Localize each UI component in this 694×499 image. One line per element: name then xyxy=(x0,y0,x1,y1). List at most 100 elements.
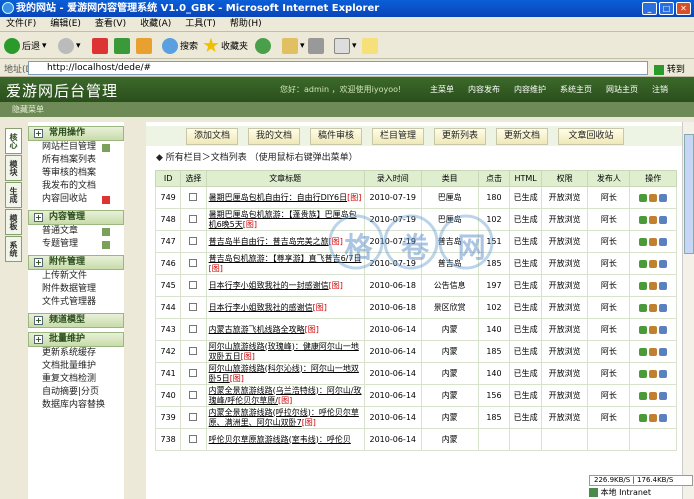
mail-button[interactable]: ▾ xyxy=(282,36,305,55)
edit-icon[interactable] xyxy=(649,237,658,246)
article-title-link[interactable]: 阿尔山旅游线路(玫瑰峰)：健康阿尔山一地双卧五日 xyxy=(209,342,359,361)
header-nav-item[interactable]: 网站主页 xyxy=(606,84,638,95)
messenger-button[interactable] xyxy=(362,36,378,55)
vertical-tab[interactable]: 模块 xyxy=(5,155,22,181)
sidebar-item[interactable]: 自动摘要|分页 xyxy=(28,386,124,399)
vertical-scrollbar[interactable] xyxy=(682,122,694,499)
header-nav-item[interactable]: 主菜单 xyxy=(430,84,454,95)
preview-icon[interactable] xyxy=(639,303,648,312)
sidebar-item[interactable]: 附件数据管理 xyxy=(28,283,124,296)
view-icon[interactable] xyxy=(659,193,668,202)
row-checkbox[interactable] xyxy=(189,324,198,333)
view-icon[interactable] xyxy=(659,281,668,290)
add-icon[interactable] xyxy=(102,241,110,249)
maximize-button[interactable]: □ xyxy=(659,2,674,15)
delete-icon[interactable] xyxy=(102,196,110,204)
preview-icon[interactable] xyxy=(639,413,648,422)
sidebar-item[interactable]: 更新系统缓存 xyxy=(28,347,124,360)
vertical-tab[interactable]: 模板 xyxy=(5,209,22,235)
preview-icon[interactable] xyxy=(639,281,648,290)
view-icon[interactable] xyxy=(659,413,668,422)
forward-button[interactable]: ▾ xyxy=(58,36,81,55)
search-button[interactable]: 搜索 xyxy=(162,36,198,55)
edit-icon[interactable] xyxy=(649,369,658,378)
view-icon[interactable] xyxy=(659,259,668,268)
preview-icon[interactable] xyxy=(639,391,648,400)
sidebar-item[interactable]: 所有档案列表 xyxy=(28,154,124,167)
menu-item[interactable]: 查看(V) xyxy=(95,17,126,31)
close-button[interactable]: ✕ xyxy=(676,2,691,15)
article-title-link[interactable]: 暑期巴厘岛包机旅游：【蓬贵族】巴厘岛包机6晚5天 xyxy=(209,210,357,229)
expand-icon[interactable]: + xyxy=(34,213,43,222)
expand-icon[interactable]: + xyxy=(34,258,43,267)
action-button[interactable]: 更新文档 xyxy=(496,128,548,145)
sidebar-item[interactable]: 文档批量维护 xyxy=(28,360,124,373)
minimize-button[interactable]: _ xyxy=(642,2,657,15)
menu-item[interactable]: 编辑(E) xyxy=(50,17,81,31)
address-input[interactable]: http://localhost/dede/# xyxy=(28,61,648,75)
preview-icon[interactable] xyxy=(639,369,648,378)
view-icon[interactable] xyxy=(659,237,668,246)
action-button[interactable]: 栏目管理 xyxy=(372,128,424,145)
preview-icon[interactable] xyxy=(639,193,648,202)
preview-icon[interactable] xyxy=(639,347,648,356)
menu-item[interactable]: 收藏(A) xyxy=(140,17,171,31)
row-checkbox[interactable] xyxy=(189,434,198,443)
header-nav-item[interactable]: 系统主页 xyxy=(560,84,592,95)
vertical-tab[interactable]: 生成 xyxy=(5,182,22,208)
article-title-link[interactable]: 呼伦贝尔草原旅游线路(室韦线)：呼伦贝 xyxy=(209,435,351,444)
sidebar-section-header[interactable]: + 常用操作 xyxy=(28,126,124,141)
row-checkbox[interactable] xyxy=(189,368,198,377)
vertical-tab[interactable]: 系统 xyxy=(5,236,22,262)
action-button[interactable]: 我的文档 xyxy=(248,128,300,145)
preview-icon[interactable] xyxy=(639,237,648,246)
edit-icon[interactable] xyxy=(649,391,658,400)
expand-icon[interactable]: + xyxy=(34,335,43,344)
article-title-link[interactable]: 普吉岛半自由行：普吉岛完美之旅 xyxy=(209,237,329,246)
edit-icon[interactable] xyxy=(649,193,658,202)
expand-icon[interactable]: + xyxy=(34,129,43,138)
sidebar-section-header[interactable]: + 内容管理 xyxy=(28,210,124,225)
view-icon[interactable] xyxy=(659,325,668,334)
sidebar-item[interactable]: 重复文档检测 xyxy=(28,373,124,386)
row-checkbox[interactable] xyxy=(189,280,198,289)
sidebar-item[interactable]: 普通文章 xyxy=(28,225,124,238)
action-button[interactable]: 文章回收站 xyxy=(558,128,624,145)
article-title-link[interactable]: 内蒙全景旅游线路(呼拉尔线)：呼伦贝尔草原、满洲里、阿尔山双卧7 xyxy=(209,408,359,427)
back-button[interactable]: 后退 ▾ xyxy=(4,36,47,55)
header-nav-item[interactable]: 内容维护 xyxy=(514,84,546,95)
edit-icon[interactable] xyxy=(649,281,658,290)
view-icon[interactable] xyxy=(659,215,668,224)
article-title-link[interactable]: 普吉岛包机旅游：【尊享游】直飞普吉6/7日 xyxy=(209,254,362,263)
edit-icon[interactable] xyxy=(649,303,658,312)
sidebar-item[interactable]: 我发布的文档 xyxy=(28,180,124,193)
view-icon[interactable] xyxy=(659,347,668,356)
action-button[interactable]: 添加文档 xyxy=(186,128,238,145)
edit-button[interactable]: ▾ xyxy=(334,36,357,55)
history-button[interactable] xyxy=(255,36,271,55)
action-button[interactable]: 稿件审核 xyxy=(310,128,362,145)
print-button[interactable] xyxy=(308,36,324,55)
favorites-button[interactable]: 收藏夹 xyxy=(203,36,248,55)
refresh-button[interactable] xyxy=(114,36,130,55)
stop-button[interactable] xyxy=(92,36,108,55)
edit-icon[interactable] xyxy=(649,413,658,422)
row-checkbox[interactable] xyxy=(189,192,198,201)
edit-icon[interactable] xyxy=(649,259,658,268)
row-checkbox[interactable] xyxy=(189,390,198,399)
menu-item[interactable]: 文件(F) xyxy=(6,17,36,31)
add-icon[interactable] xyxy=(102,144,110,152)
view-icon[interactable] xyxy=(659,303,668,312)
view-icon[interactable] xyxy=(659,369,668,378)
go-button[interactable]: 转到 xyxy=(654,62,685,75)
row-checkbox[interactable] xyxy=(189,346,198,355)
sidebar-section-header[interactable]: + 频道模型 xyxy=(28,313,124,328)
article-title-link[interactable]: 内蒙古旅游飞机线路全攻略 xyxy=(209,325,305,334)
preview-icon[interactable] xyxy=(639,215,648,224)
sidebar-section-header[interactable]: + 批量维护 xyxy=(28,332,124,347)
vertical-tab[interactable]: 核心 xyxy=(5,128,22,154)
row-checkbox[interactable] xyxy=(189,302,198,311)
sidebar-item[interactable]: 上传新文件 xyxy=(28,270,124,283)
view-icon[interactable] xyxy=(659,391,668,400)
article-title-link[interactable]: 暑期巴厘岛包机自由行：自由行DIY6日 xyxy=(209,193,348,202)
